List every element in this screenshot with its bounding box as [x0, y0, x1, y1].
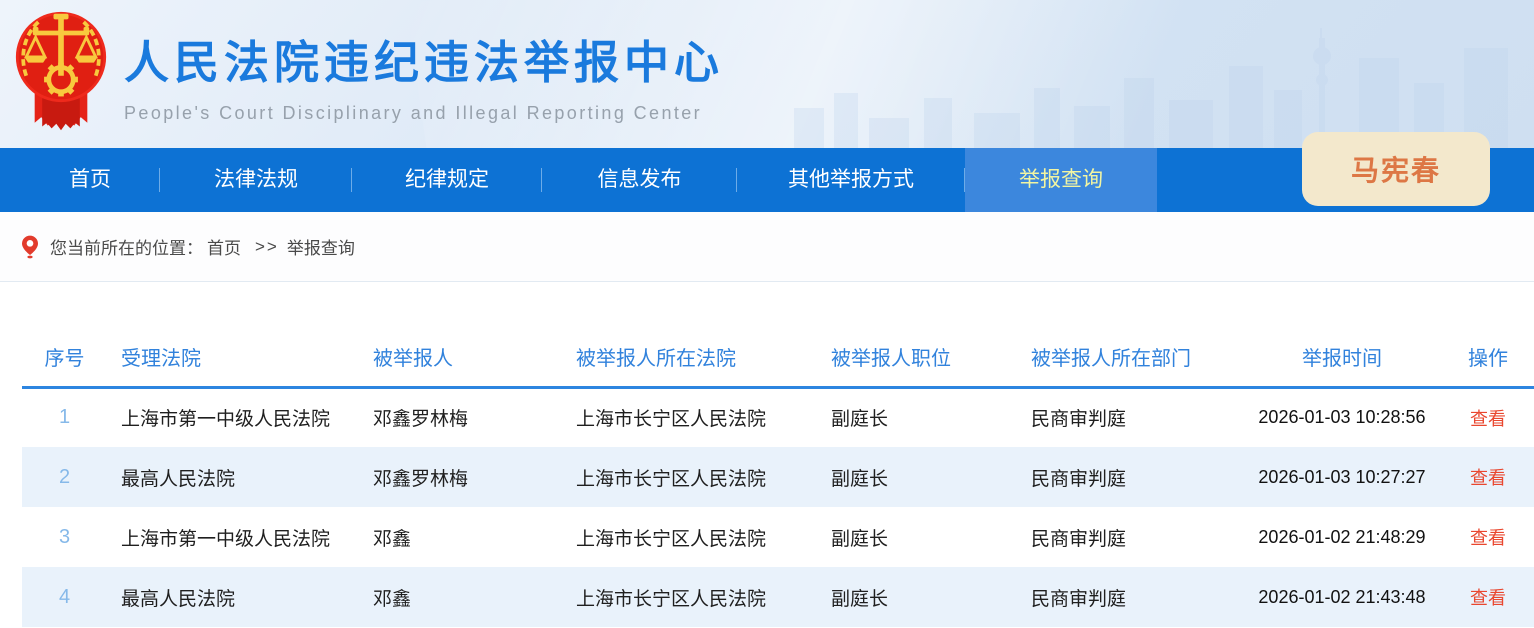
reported-person-court-cell: 上海市长宁区人民法院 — [562, 507, 817, 567]
report-time-cell: 2026-01-02 21:48:29 — [1242, 507, 1442, 567]
col-department: 被举报人所在部门 — [1017, 339, 1242, 387]
row-number: 4 — [22, 567, 107, 627]
action-cell: 查看 — [1442, 507, 1534, 567]
reported-person-cell: 邓鑫罗林梅 — [359, 447, 562, 507]
accepting-court-cell: 上海市第一中级人民法院 — [107, 387, 359, 447]
view-link[interactable]: 查看 — [1470, 588, 1506, 608]
view-link[interactable]: 查看 — [1470, 468, 1506, 488]
table-row: 3上海市第一中级人民法院邓鑫上海市长宁区人民法院副庭长民商审判庭2026-01-… — [22, 507, 1534, 567]
accepting-court-cell: 上海市第一中级人民法院 — [107, 507, 359, 567]
nav-item-5-active[interactable]: 举报查询 — [965, 148, 1157, 212]
city-skyline-decoration — [774, 28, 1534, 148]
breadcrumb-separator: >> — [255, 237, 279, 257]
department-cell: 民商审判庭 — [1017, 567, 1242, 627]
site-title: 人民法院违纪违法举报中心 — [124, 26, 724, 91]
site-subtitle: People's Court Disciplinary and Illegal … — [124, 103, 724, 124]
breadcrumb-home-link[interactable]: 首页 — [207, 234, 241, 259]
action-cell: 查看 — [1442, 447, 1534, 507]
court-emblem-logo — [14, 8, 108, 141]
view-link[interactable]: 查看 — [1470, 528, 1506, 548]
col-action: 操作 — [1442, 339, 1534, 387]
reported-person-court-cell: 上海市长宁区人民法院 — [562, 447, 817, 507]
main-nav: 首页法律法规纪律规定信息发布其他举报方式举报查询 马宪春 — [0, 148, 1534, 212]
report-table: 序号受理法院被举报人被举报人所在法院被举报人职位被举报人所在部门举报时间操作 1… — [22, 339, 1534, 627]
nav-item-1[interactable]: 法律法规 — [160, 148, 352, 212]
col-reported-court: 被举报人所在法院 — [562, 339, 817, 387]
row-number: 3 — [22, 507, 107, 567]
department-cell: 民商审判庭 — [1017, 447, 1242, 507]
nav-items: 首页法律法规纪律规定信息发布其他举报方式举报查询 — [20, 148, 1157, 212]
nav-item-4[interactable]: 其他举报方式 — [737, 148, 965, 212]
breadcrumb-label: 您当前所在的位置： — [50, 234, 203, 259]
col-accepting-court: 受理法院 — [107, 339, 359, 387]
table-row: 2最高人民法院邓鑫罗林梅上海市长宁区人民法院副庭长民商审判庭2026-01-03… — [22, 447, 1534, 507]
nav-item-2[interactable]: 纪律规定 — [352, 148, 542, 212]
nav-item-0[interactable]: 首页 — [20, 148, 160, 212]
site-header: 人民法院违纪违法举报中心 People's Court Disciplinary… — [0, 0, 1534, 148]
row-number: 2 — [22, 447, 107, 507]
reported-person-court-cell: 上海市长宁区人民法院 — [562, 567, 817, 627]
position-cell: 副庭长 — [817, 567, 1017, 627]
department-cell: 民商审判庭 — [1017, 387, 1242, 447]
user-badge[interactable]: 马宪春 — [1302, 132, 1490, 206]
breadcrumb-current: 举报查询 — [287, 234, 355, 259]
position-cell: 副庭长 — [817, 447, 1017, 507]
reported-person-cell: 邓鑫 — [359, 507, 562, 567]
col-position: 被举报人职位 — [817, 339, 1017, 387]
position-cell: 副庭长 — [817, 507, 1017, 567]
position-cell: 副庭长 — [817, 387, 1017, 447]
col-time: 举报时间 — [1242, 339, 1442, 387]
row-number: 1 — [22, 387, 107, 447]
location-pin-icon — [22, 235, 38, 259]
reported-person-cell: 邓鑫罗林梅 — [359, 387, 562, 447]
action-cell: 查看 — [1442, 567, 1534, 627]
accepting-court-cell: 最高人民法院 — [107, 567, 359, 627]
report-time-cell: 2026-01-03 10:28:56 — [1242, 387, 1442, 447]
table-row: 1上海市第一中级人民法院邓鑫罗林梅上海市长宁区人民法院副庭长民商审判庭2026-… — [22, 387, 1534, 447]
action-cell: 查看 — [1442, 387, 1534, 447]
col-reported-person: 被举报人 — [359, 339, 562, 387]
view-link[interactable]: 查看 — [1470, 409, 1506, 429]
reported-person-court-cell: 上海市长宁区人民法院 — [562, 387, 817, 447]
reported-person-cell: 邓鑫 — [359, 567, 562, 627]
table-row: 4最高人民法院邓鑫上海市长宁区人民法院副庭长民商审判庭2026-01-02 21… — [22, 567, 1534, 627]
table-header-row: 序号受理法院被举报人被举报人所在法院被举报人职位被举报人所在部门举报时间操作 — [22, 339, 1534, 387]
report-time-cell: 2026-01-02 21:43:48 — [1242, 567, 1442, 627]
report-query-results: 序号受理法院被举报人被举报人所在法院被举报人职位被举报人所在部门举报时间操作 1… — [0, 339, 1534, 627]
breadcrumb: 您当前所在的位置： 首页 >> 举报查询 — [0, 212, 1534, 282]
department-cell: 民商审判庭 — [1017, 507, 1242, 567]
nav-item-3[interactable]: 信息发布 — [542, 148, 737, 212]
col-no: 序号 — [22, 339, 107, 387]
accepting-court-cell: 最高人民法院 — [107, 447, 359, 507]
report-time-cell: 2026-01-03 10:27:27 — [1242, 447, 1442, 507]
